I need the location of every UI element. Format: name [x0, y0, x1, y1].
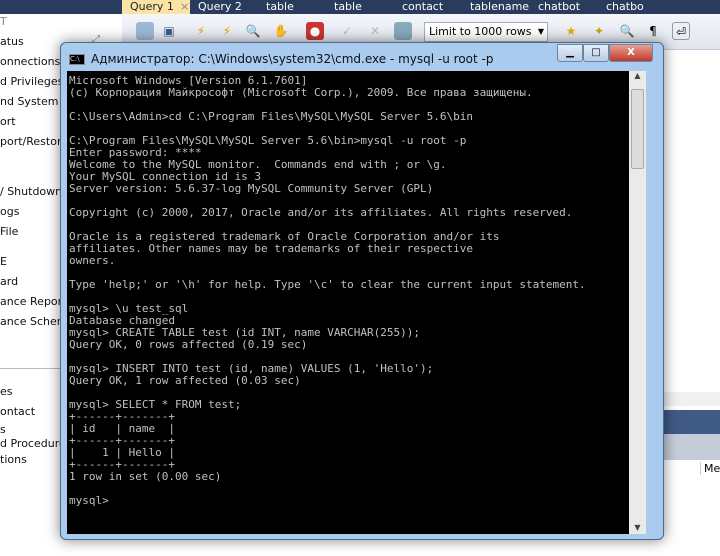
sidebar-item[interactable]: ard	[0, 274, 18, 290]
execute-current-icon[interactable]: ⚡	[218, 22, 236, 40]
tab-label: table	[334, 0, 362, 13]
console-output[interactable]: Microsoft Windows [Version 6.1.7601] (c)…	[67, 71, 629, 534]
tab-label: contact	[402, 0, 444, 13]
sidebar-header	[0, 0, 122, 14]
minimize-button[interactable]: ▁	[557, 44, 583, 62]
vertical-scrollbar[interactable]: ▲ ▼	[629, 71, 646, 534]
stop-on-error-icon[interactable]: ●	[306, 22, 324, 40]
maximize-button[interactable]: □	[583, 44, 609, 62]
execute-icon[interactable]: ⚡	[192, 22, 210, 40]
window-title: Администратор: C:\Windows\system32\cmd.e…	[91, 52, 494, 66]
rollback-icon[interactable]: ✕	[366, 22, 384, 40]
sidebar-item[interactable]: port/Restore	[0, 134, 68, 150]
save-icon[interactable]: ▣	[160, 22, 178, 40]
scroll-up-icon[interactable]: ▲	[629, 71, 646, 80]
tab-label: table	[266, 0, 294, 13]
tab-chatbo[interactable]: chatbo	[598, 0, 666, 14]
tab-label: tablename	[470, 0, 530, 13]
tab-label: Query 1	[130, 0, 174, 13]
sidebar-item[interactable]: File	[0, 224, 18, 240]
beautify-icon[interactable]: ✦	[590, 22, 608, 40]
cmd-window: C:\ Администратор: C:\Windows\system32\c…	[60, 42, 664, 540]
tab-label: chatbo	[606, 0, 644, 13]
invisible-chars-icon[interactable]: ¶	[644, 22, 662, 40]
commit-icon[interactable]: ✓	[338, 22, 356, 40]
limit-rows-select[interactable]: Limit to 1000 rows ▼	[424, 22, 548, 42]
autocommit-icon[interactable]	[394, 22, 412, 40]
add-snippet-icon[interactable]: ★	[562, 22, 580, 40]
sidebar-item[interactable]: E	[0, 254, 7, 270]
scrollbar-thumb[interactable]	[631, 89, 644, 169]
tab-chatbot[interactable]: chatbot	[530, 0, 598, 14]
console-text: Microsoft Windows [Version 6.1.7601] (c)…	[69, 74, 586, 507]
sidebar-item[interactable]: d Privileges	[0, 74, 63, 90]
query-tabs: Query 1 × Query 2 table table contact tablenam…	[122, 0, 720, 14]
find-icon[interactable]: 🔍	[618, 22, 636, 40]
sidebar-item[interactable]: ance Report	[0, 294, 67, 310]
message-column-header: Mes	[700, 462, 720, 475]
stop-icon[interactable]: ✋	[272, 22, 290, 40]
sidebar-item[interactable]: tions	[0, 452, 27, 468]
close-tab-icon[interactable]: ×	[180, 0, 189, 13]
sidebar-item[interactable]: d Procedure	[0, 436, 66, 452]
scroll-down-icon[interactable]: ▼	[629, 523, 646, 532]
tab-table[interactable]: table	[258, 0, 326, 14]
sidebar-item[interactable]: onnections	[0, 54, 60, 70]
cmd-icon: C:\	[69, 54, 85, 65]
chevron-down-icon: ▼	[537, 27, 544, 36]
results-header	[663, 392, 720, 406]
tab-label: chatbot	[538, 0, 581, 13]
tab-tablename[interactable]: tablename	[462, 0, 530, 14]
tab-query-1[interactable]: Query 1 ×	[122, 0, 190, 14]
sidebar-item[interactable]: ontact	[0, 404, 35, 420]
tab-table[interactable]: table	[326, 0, 394, 14]
sidebar-item[interactable]: T	[0, 14, 7, 30]
sidebar-item[interactable]: ort	[0, 114, 16, 130]
sidebar-item[interactable]: es	[0, 384, 13, 400]
sidebar-item[interactable]: ogs	[0, 204, 19, 220]
tab-query-2[interactable]: Query 2	[190, 0, 258, 14]
explain-icon[interactable]: 🔍	[244, 22, 262, 40]
output-panel-bar	[663, 410, 720, 434]
close-button[interactable]: X	[609, 44, 653, 62]
word-wrap-icon[interactable]: ⏎	[672, 22, 690, 40]
limit-label: Limit to 1000 rows	[429, 25, 532, 38]
sidebar-item[interactable]: atus	[0, 34, 24, 50]
output-panel	[663, 434, 720, 460]
tab-label: Query 2	[198, 0, 242, 13]
sidebar-item[interactable]: / Shutdown	[0, 184, 62, 200]
open-file-icon[interactable]	[136, 22, 154, 40]
tab-contact[interactable]: contact	[394, 0, 462, 14]
